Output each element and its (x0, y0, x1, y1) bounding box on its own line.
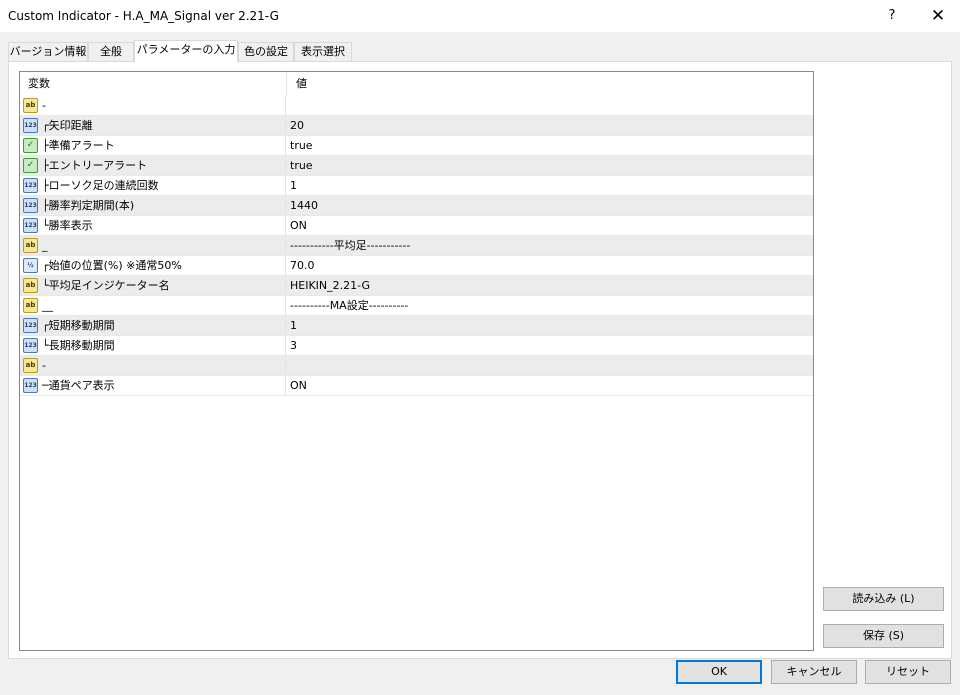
integer-type-icon: 123 (23, 318, 38, 333)
string-type-icon: ab (23, 98, 38, 113)
table-row[interactable]: ab __ ----------MA設定---------- (20, 296, 813, 316)
value-cell[interactable]: 20 (288, 116, 813, 135)
variable-name: └勝率表示 (42, 219, 93, 232)
variable-cell[interactable]: 123 └勝率表示 (20, 216, 286, 235)
variable-cell[interactable]: ab └平均足インジケーター名 (20, 276, 286, 295)
tab-general[interactable]: 全般 (88, 42, 134, 62)
column-divider[interactable] (286, 72, 287, 96)
table-row[interactable]: 123 ─通貨ペア表示 ON (20, 376, 813, 396)
boolean-type-icon: ✓ (23, 158, 38, 173)
value-cell[interactable]: 70.0 (288, 256, 813, 275)
variable-cell[interactable]: ab - (20, 356, 286, 375)
variable-name: ┌短期移動期間 (42, 319, 115, 332)
variable-cell[interactable]: ab _ (20, 236, 286, 255)
variable-name: ├勝率判定期間(本) (42, 199, 135, 212)
table-row[interactable]: ab _ -----------平均足----------- (20, 236, 813, 256)
variable-name: ├ローソク足の連続回数 (42, 179, 159, 192)
variable-name: └長期移動期間 (42, 339, 115, 352)
value-cell[interactable]: 1 (288, 316, 813, 335)
value-cell[interactable]: ON (288, 376, 813, 395)
parameter-grid[interactable]: 変数 値 ab -123 ┌矢印距離 20 ✓ ├準備アラート true ✓ ├エントリーアラー… (19, 71, 814, 651)
value-cell[interactable]: 1440 (288, 196, 813, 215)
tab-colors[interactable]: 色の設定 (238, 42, 294, 62)
integer-type-icon: 123 (23, 218, 38, 233)
value-cell[interactable]: ----------MA設定---------- (288, 296, 813, 315)
variable-cell[interactable]: ab __ (20, 296, 286, 315)
table-row[interactable]: ✓ ├エントリーアラート true (20, 156, 813, 176)
table-row[interactable]: ✓ ├準備アラート true (20, 136, 813, 156)
integer-type-icon: 123 (23, 118, 38, 133)
tab-version-info[interactable]: バージョン情報 (8, 42, 88, 62)
variable-name: - (42, 359, 46, 372)
integer-type-icon: 123 (23, 198, 38, 213)
table-row[interactable]: 123 ├勝率判定期間(本) 1440 (20, 196, 813, 216)
value-cell[interactable]: true (288, 156, 813, 175)
grid-rows: ab -123 ┌矢印距離 20 ✓ ├準備アラート true ✓ ├エントリーアラート true… (20, 96, 813, 396)
table-row[interactable]: 123 ├ローソク足の連続回数 1 (20, 176, 813, 196)
variable-cell[interactable]: ✓ ├準備アラート (20, 136, 286, 155)
table-row[interactable]: 123 ┌矢印距離 20 (20, 116, 813, 136)
boolean-type-icon: ✓ (23, 138, 38, 153)
reset-button[interactable]: リセット (865, 660, 951, 684)
ok-button[interactable]: OK (676, 660, 762, 684)
table-row[interactable]: ab └平均足インジケーター名 HEIKIN_2.21-G (20, 276, 813, 296)
value-cell[interactable]: true (288, 136, 813, 155)
variable-cell[interactable]: ab - (20, 96, 286, 115)
variable-cell[interactable]: 123 └長期移動期間 (20, 336, 286, 355)
value-cell[interactable]: HEIKIN_2.21-G (288, 276, 813, 295)
integer-type-icon: 123 (23, 378, 38, 393)
table-row[interactable]: 123 └勝率表示 ON (20, 216, 813, 236)
double-type-icon: ½ (23, 258, 38, 273)
variable-name: __ (42, 299, 53, 312)
string-type-icon: ab (23, 298, 38, 313)
string-type-icon: ab (23, 278, 38, 293)
variable-cell[interactable]: ½ ┌始値の位置(%) ※通常50% (20, 256, 286, 275)
column-header-value[interactable]: 値 (288, 72, 808, 96)
window-title: Custom Indicator - H.A_MA_Signal ver 2.2… (8, 9, 279, 23)
tab-strip: バージョン情報 全般 パラメーターの入力 色の設定 表示選択 (8, 40, 952, 63)
variable-name: ┌始値の位置(%) ※通常50% (42, 259, 182, 272)
load-button[interactable]: 読み込み (L) (823, 587, 944, 611)
tab-visualization[interactable]: 表示選択 (294, 42, 352, 62)
table-row[interactable]: ab - (20, 96, 813, 116)
variable-name: ├エントリーアラート (42, 159, 148, 172)
variable-cell[interactable]: ✓ ├エントリーアラート (20, 156, 286, 175)
variable-cell[interactable]: 123 ├勝率判定期間(本) (20, 196, 286, 215)
integer-type-icon: 123 (23, 338, 38, 353)
string-type-icon: ab (23, 238, 38, 253)
value-cell[interactable]: 3 (288, 336, 813, 355)
title-bar: Custom Indicator - H.A_MA_Signal ver 2.2… (0, 0, 960, 32)
cancel-button[interactable]: キャンセル (771, 660, 857, 684)
variable-cell[interactable]: 123 ┌矢印距離 (20, 116, 286, 135)
help-button[interactable]: ? (872, 0, 912, 32)
table-row[interactable]: ½ ┌始値の位置(%) ※通常50% 70.0 (20, 256, 813, 276)
save-button[interactable]: 保存 (S) (823, 624, 944, 648)
variable-cell[interactable]: 123 ┌短期移動期間 (20, 316, 286, 335)
variable-name: - (42, 99, 46, 112)
table-row[interactable]: ab - (20, 356, 813, 376)
column-header-variable[interactable]: 変数 (20, 72, 286, 96)
close-button[interactable]: ✕ (916, 0, 960, 32)
integer-type-icon: 123 (23, 178, 38, 193)
variable-name: ┌矢印距離 (42, 119, 93, 132)
value-cell[interactable]: ON (288, 216, 813, 235)
variable-name: ─通貨ペア表示 (42, 379, 115, 392)
variable-name: _ (42, 239, 48, 252)
tab-parameters[interactable]: パラメーターの入力 (134, 40, 238, 63)
string-type-icon: ab (23, 358, 38, 373)
variable-cell[interactable]: 123 ─通貨ペア表示 (20, 376, 286, 395)
variable-cell[interactable]: 123 ├ローソク足の連続回数 (20, 176, 286, 195)
grid-header: 変数 値 (20, 72, 813, 96)
value-cell[interactable]: -----------平均足----------- (288, 236, 813, 255)
variable-name: └平均足インジケーター名 (42, 279, 170, 292)
value-cell[interactable] (288, 356, 813, 375)
table-row[interactable]: 123 ┌短期移動期間 1 (20, 316, 813, 336)
table-row[interactable]: 123 └長期移動期間 3 (20, 336, 813, 356)
value-cell[interactable] (288, 96, 813, 115)
variable-name: ├準備アラート (42, 139, 115, 152)
value-cell[interactable]: 1 (288, 176, 813, 195)
